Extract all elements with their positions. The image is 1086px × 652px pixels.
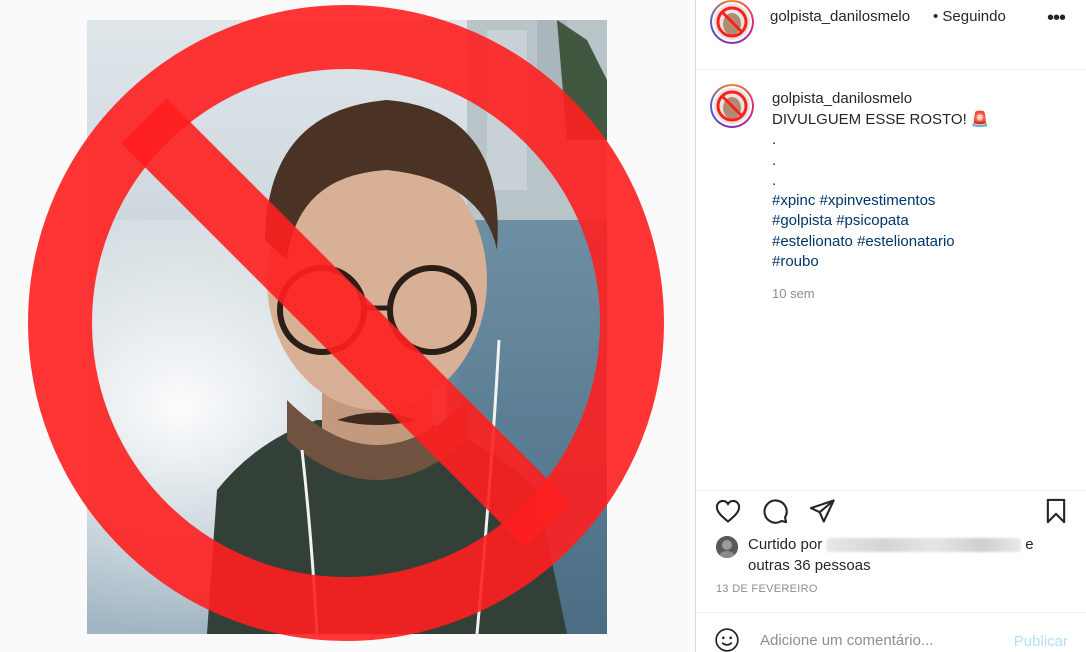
- caption-text: DIVULGUEM ESSE ROSTO! 🚨 . . . #xpinc #xp…: [772, 110, 1072, 272]
- like-button[interactable]: [712, 495, 744, 527]
- post-caption: golpista_danilosmelo DIVULGUEM ESSE ROST…: [696, 70, 1086, 490]
- share-button[interactable]: [806, 495, 838, 527]
- post-date[interactable]: 13 DE FEVEREIRO: [716, 583, 818, 595]
- comment-bubble-icon: [763, 499, 788, 524]
- heart-icon: [715, 499, 741, 523]
- author-username[interactable]: golpista_danilosmelo: [770, 8, 934, 25]
- post-media-pane: [0, 0, 695, 652]
- likes-text: Curtido por e outras 36 pessoas: [748, 534, 1068, 576]
- hashtag-link[interactable]: #xpinc #xpinvestimentos: [772, 191, 1072, 211]
- hashtag-link[interactable]: #golpista #psicopata: [772, 211, 1072, 231]
- comment-bar: Publicar: [696, 612, 1086, 652]
- hashtag-link[interactable]: #roubo: [772, 252, 1072, 272]
- likes-suffix: e: [1025, 536, 1034, 553]
- follow-status-button[interactable]: • Seguindo: [933, 8, 1006, 25]
- liker-avatar-image: [716, 536, 738, 558]
- avatar-image: [714, 4, 750, 40]
- comment-input[interactable]: [760, 627, 990, 652]
- post-photo[interactable]: [87, 20, 607, 634]
- liked-by-label: Curtido por: [748, 536, 823, 553]
- other-likes-link[interactable]: outras 36 pessoas: [748, 557, 871, 574]
- caption-line: .: [772, 131, 777, 149]
- bookmark-icon: [1046, 498, 1066, 524]
- more-options-button[interactable]: •••: [1044, 6, 1068, 30]
- blurred-username[interactable]: [826, 538, 1022, 553]
- caption-author-avatar[interactable]: [710, 84, 754, 128]
- liker-avatar[interactable]: [716, 536, 738, 558]
- post-actions-bar: [696, 490, 1086, 530]
- avatar-image: [714, 88, 750, 124]
- selfie-photo-image: [87, 20, 607, 634]
- post-side-panel: golpista_danilosmelo • Seguindo ••• golp…: [696, 0, 1086, 652]
- smiley-face-icon[interactable]: [714, 627, 740, 652]
- comment-button[interactable]: [759, 495, 791, 527]
- save-button[interactable]: [1040, 495, 1072, 527]
- publish-button[interactable]: Publicar: [1014, 633, 1068, 650]
- caption-line: .: [772, 151, 777, 169]
- caption-line: .: [772, 171, 777, 189]
- caption-time-ago[interactable]: 10 sem: [772, 286, 815, 301]
- caption-username[interactable]: golpista_danilosmelo: [772, 90, 912, 107]
- paper-plane-icon: [809, 499, 835, 523]
- post-header: golpista_danilosmelo • Seguindo •••: [696, 0, 1086, 70]
- more-horizontal-icon: •••: [1046, 6, 1066, 29]
- hashtag-link[interactable]: #estelionato #estelionatario: [772, 232, 1072, 252]
- caption-line: DIVULGUEM ESSE ROSTO! 🚨: [772, 111, 990, 128]
- author-avatar[interactable]: [710, 0, 754, 44]
